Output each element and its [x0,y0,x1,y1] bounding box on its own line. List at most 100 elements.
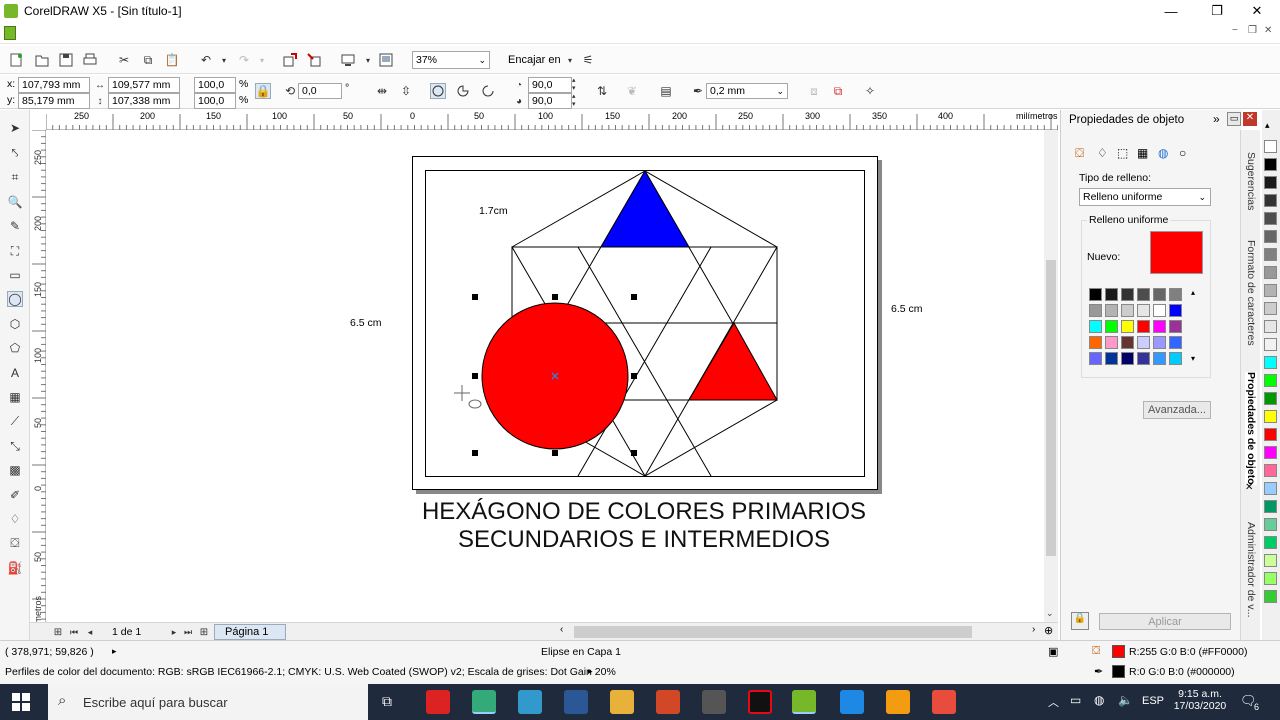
palette-color-swatch[interactable] [1264,572,1277,585]
lock-icon[interactable]: 🔒 [1071,612,1089,630]
advanced-button[interactable]: Avanzada... [1143,401,1211,419]
volume-icon[interactable]: 🔈 [1118,693,1133,707]
scroll-down-icon[interactable]: ⌄ [1046,608,1054,619]
red-triangle[interactable] [688,321,778,401]
palette-color-swatch[interactable] [1264,176,1277,189]
outline-color-swatch[interactable] [1112,665,1125,678]
smart-fill-tool-icon[interactable]: ⛶ [7,243,23,259]
ellipse-tab-icon[interactable]: ○ [1179,146,1186,160]
swatches-scroll-down-icon[interactable]: ▾ [1191,354,1195,363]
pick-tool-icon[interactable]: ➤ [7,120,23,136]
cut-icon[interactable]: ✂ [116,52,132,68]
mail-icon[interactable] [840,690,864,714]
show-hidden-icons-icon[interactable]: ︿ [1048,694,1059,710]
summary-tab-icon[interactable]: ▦ [1137,146,1148,160]
task-view-icon[interactable]: ⧉ [382,693,392,710]
color-swatch[interactable] [1105,288,1118,301]
acrobat-icon[interactable] [426,690,450,714]
palette-color-swatch[interactable] [1264,266,1277,279]
palette-color-swatch[interactable] [1264,446,1277,459]
docker-minimize-icon[interactable]: ▭ [1227,112,1241,126]
scroll-right-icon[interactable]: › [1032,624,1035,635]
palette-color-swatch[interactable] [1264,356,1277,369]
freehand-tool-icon[interactable]: ✎ [7,218,23,234]
palette-color-swatch[interactable] [1264,464,1277,477]
swatches-scroll-up-icon[interactable]: ▴ [1191,288,1195,297]
welcome-screen-icon[interactable] [378,52,394,68]
color-swatch[interactable] [1137,320,1150,333]
dimension-tool-icon[interactable]: ⟋ [7,413,23,429]
apply-button[interactable]: Aplicar [1099,613,1231,630]
color-swatch[interactable] [1153,320,1166,333]
blend-tool-icon[interactable]: ▩ [7,462,23,478]
color-swatch[interactable] [1137,288,1150,301]
color-swatch[interactable] [1105,304,1118,317]
eyedropper-tool-icon[interactable]: ✐ [7,487,23,503]
media-player-icon[interactable] [886,690,910,714]
outline-tab-icon[interactable]: ♢ [1097,146,1108,160]
drawing-canvas[interactable]: 1.7cm 6.5 cm 6.5 cm HEXÁGONO DE COLORES … [46,130,1044,622]
fill-type-select[interactable]: Relleno uniforme ⌄ [1079,188,1211,206]
tab-formato-de-caracteres[interactable]: Formato de caracteres [1245,240,1257,346]
color-swatch[interactable] [1137,304,1150,317]
color-swatch[interactable] [1105,352,1118,365]
end-angle-input[interactable]: 90,0 [528,93,572,109]
color-swatch[interactable] [1089,336,1102,349]
palette-color-swatch[interactable] [1264,500,1277,513]
pie-mode-icon[interactable] [455,83,471,99]
tab-administrador[interactable]: Administrador de v... [1245,522,1257,618]
color-swatches-grid[interactable] [1089,288,1189,368]
palette-color-swatch[interactable] [1264,302,1277,315]
snap-dropdown-icon[interactable]: ▾ [562,52,578,68]
color-swatch[interactable] [1121,304,1134,317]
doc-close-button[interactable]: ✕ [1264,25,1272,36]
general-tab-icon[interactable]: ⬚ [1117,146,1128,160]
dimension-label-right[interactable]: 6.5 cm [891,303,923,315]
polygon-tool-icon[interactable]: ⬡ [7,316,23,332]
horizontal-scrollbar-thumb[interactable] [574,626,972,638]
outline-tool-icon[interactable]: ♢ [7,511,23,527]
dimension-label-left[interactable]: 6.5 cm [350,317,382,329]
fill-tool-icon[interactable]: ⛋ [7,535,23,551]
ellipse-mode-icon[interactable] [430,83,446,99]
palette-color-swatch[interactable] [1264,554,1277,567]
to-back-icon[interactable]: ⧉ [830,83,846,99]
color-swatch[interactable] [1169,304,1182,317]
width-input[interactable]: 109,577 mm [108,77,180,93]
redo-dropdown-icon[interactable]: ▾ [254,52,270,68]
rectangle-tool-icon[interactable]: ▭ [7,267,23,283]
docker-collapse-icon[interactable]: » [1213,112,1220,126]
taskbar-search-box[interactable]: ⌕ Escribe aquí para buscar [48,684,368,720]
scrollbar-thumb[interactable] [1046,260,1056,556]
color-swatch[interactable] [1153,336,1166,349]
palette-color-swatch[interactable] [1264,518,1277,531]
coreldraw-taskbar-icon[interactable] [792,690,816,714]
horizontal-ruler[interactable]: 250 200 150 100 50 0 50 100 150 200 250 … [46,110,1058,130]
word-icon[interactable] [564,690,588,714]
file-explorer-icon[interactable] [610,690,634,714]
first-page-icon[interactable]: ⏮ [66,624,82,640]
vertical-ruler[interactable]: 250 200 150 100 50 0 50 milímetros [30,130,46,638]
fill-tab-icon[interactable]: ⛋ [1075,146,1084,161]
tab-sugerencias[interactable]: Sugerencias [1245,152,1257,210]
scroll-left-icon[interactable]: ‹ [560,624,563,635]
fill-color-swatch[interactable] [1112,645,1125,658]
tab-propiedades-de-objeto[interactable]: Propiedades de objeto [1245,372,1257,485]
outline-width-select[interactable]: 0,2 mm ⌄ [706,83,788,99]
color-swatch[interactable] [1137,352,1150,365]
app-red-icon[interactable] [932,690,956,714]
wrap-paragraph-icon[interactable]: ▤ [658,83,674,99]
connector-tool-icon[interactable]: ⤡ [7,438,23,454]
color-swatch[interactable] [1089,304,1102,317]
scale-y-input[interactable]: 100,0 [194,93,236,109]
import-icon[interactable] [282,52,298,68]
zoom-level-select[interactable]: 37% ⌄ [412,51,490,69]
navigator-icon[interactable]: ⊕ [1044,624,1053,637]
last-page-icon[interactable]: ⏭ [180,624,196,640]
height-input[interactable]: 107,338 mm [108,93,180,109]
options-icon[interactable]: ⚟ [580,52,596,68]
palette-swatches[interactable] [1264,140,1278,620]
snap-to-label[interactable]: Encajar en [508,54,561,66]
color-swatch[interactable] [1137,336,1150,349]
caption-text[interactable]: HEXÁGONO DE COLORES PRIMARIOS SECUNDARIO… [404,498,884,554]
